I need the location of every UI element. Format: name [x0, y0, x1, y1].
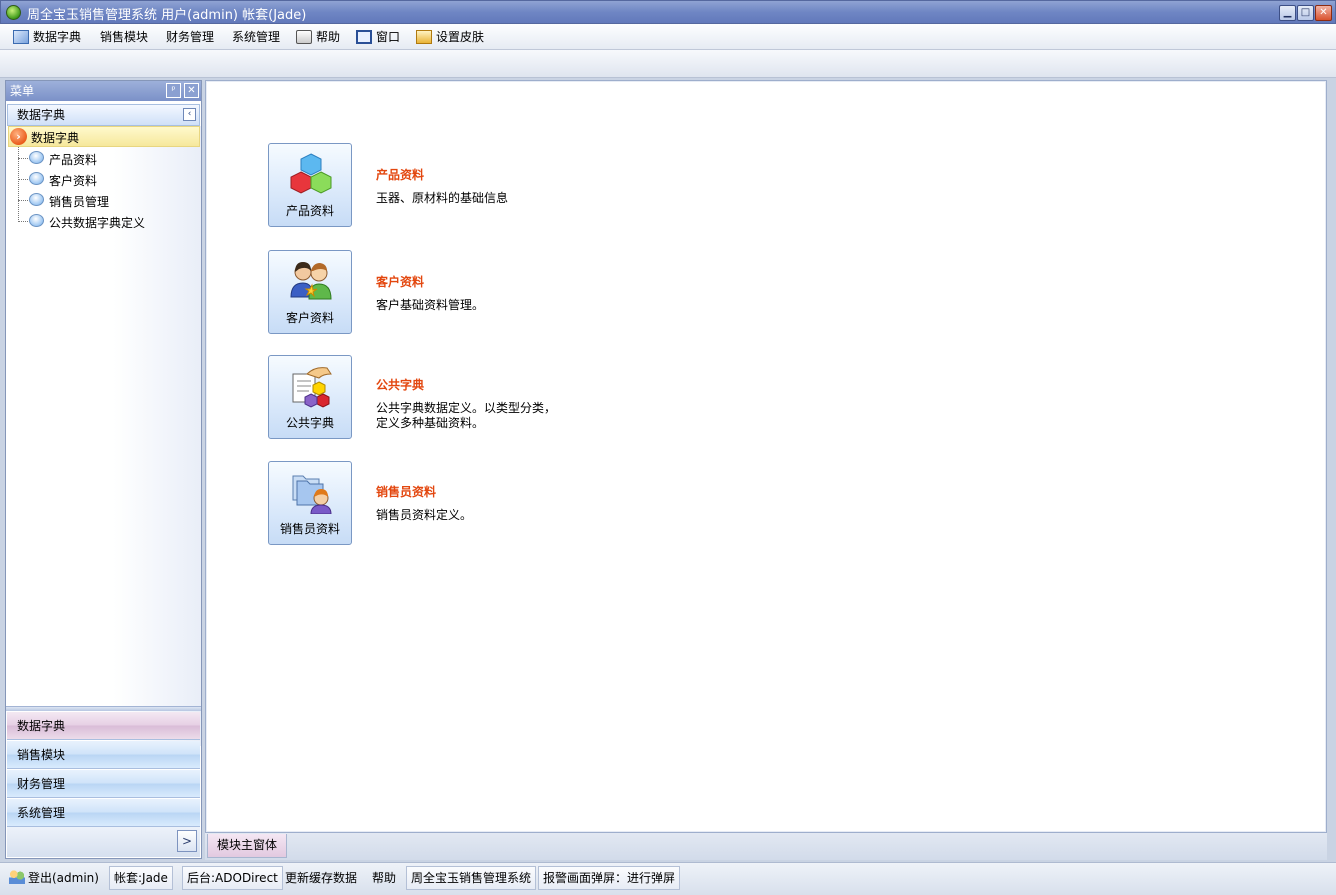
pin-icon[interactable]: ᵖ — [166, 83, 181, 98]
minimize-button[interactable]: ▁ — [1279, 5, 1296, 21]
sidebar-close-button[interactable]: ✕ — [184, 83, 199, 98]
sidebar-group-header[interactable]: 数据字典 ‹ — [7, 104, 200, 126]
module-description: 销售员资料定义。 — [376, 508, 473, 522]
group-title: 数据字典 — [17, 108, 66, 122]
customers-icon — [290, 262, 332, 300]
dictionary-icon — [13, 30, 29, 44]
tile-label: 产品资料 — [285, 204, 334, 218]
status-account: 帐套:Jade — [109, 866, 173, 890]
node-icon — [29, 151, 44, 164]
cubes-icon — [290, 153, 332, 194]
node-icon — [29, 172, 44, 185]
salesperson-tile[interactable]: 销售员资料 — [268, 461, 352, 545]
module-description: 玉器、原材料的基础信息 — [376, 191, 509, 205]
node-icon — [29, 214, 44, 227]
sidebar-header: 菜单 ᵖ ✕ — [6, 81, 201, 101]
status-help[interactable]: 帮助 — [367, 866, 401, 890]
window-icon — [356, 30, 372, 44]
node-icon — [29, 193, 44, 206]
tree-branch — [18, 158, 28, 159]
menu-help[interactable]: 帮助 — [296, 28, 340, 46]
module-title[interactable]: 销售员资料 — [376, 483, 576, 500]
tree-root-data-dictionary[interactable]: › 数据字典 — [8, 126, 200, 147]
tree-item-salesperson[interactable]: 销售员管理 — [18, 190, 198, 211]
dictionary-hand-icon — [292, 367, 332, 408]
nav-data-dictionary[interactable]: 数据字典 — [7, 712, 200, 740]
tree-root-label: 数据字典 — [31, 131, 80, 145]
product-info: 产品资料 玉器、原材料的基础信息 — [376, 166, 576, 206]
public-dictionary-info: 公共字典 公共字典数据定义。以类型分类， 定义多种基础资料。 — [376, 376, 576, 431]
module-description: 客户基础资料管理。 — [376, 298, 485, 312]
sidebar: 菜单 ᵖ ✕ 数据字典 ‹ › 数据字典 产品资料 客户资料 销售员管理 公共数… — [5, 80, 202, 859]
skin-icon — [416, 30, 432, 44]
menu-label: 窗口 — [376, 30, 401, 44]
status-logout[interactable]: 登出(admin) — [4, 866, 104, 890]
menu-bar: 数据字典 销售模块 财务管理 系统管理 帮助 窗口 设置皮肤 — [0, 24, 1336, 50]
tile-label: 公共字典 — [285, 416, 334, 430]
tree-item-customer[interactable]: 客户资料 — [18, 169, 198, 190]
tree-branch — [18, 200, 28, 201]
module-description: 公共字典数据定义。以类型分类， 定义多种基础资料。 — [376, 401, 557, 430]
sidebar-splitter[interactable] — [6, 706, 201, 711]
maximize-button[interactable]: □ — [1297, 5, 1314, 21]
module-title[interactable]: 客户资料 — [376, 273, 576, 290]
tree-item-public-dictionary[interactable]: 公共数据字典定义 — [18, 211, 198, 232]
tile-label: 销售员资料 — [279, 522, 340, 536]
status-system-name: 周全宝玉销售管理系统 — [406, 866, 537, 890]
status-bar: 登出(admin) 帐套:Jade 后台:ADODirect 更新缓存数据 帮助… — [0, 862, 1336, 895]
title-bar: 周全宝玉销售管理系统 用户(admin) 帐套(Jade) ▁ □ ✕ — [0, 0, 1336, 24]
window-title: 周全宝玉销售管理系统 用户(admin) 帐套(Jade) — [27, 8, 307, 23]
nav-system[interactable]: 系统管理 — [7, 799, 200, 827]
public-dictionary-tile[interactable]: 公共字典 — [268, 355, 352, 439]
menu-label: 帮助 — [316, 30, 341, 44]
tree-item-label: 产品资料 — [49, 153, 98, 167]
menu-data-dictionary[interactable]: 数据字典 — [13, 28, 81, 46]
app-icon — [6, 5, 21, 20]
tree-branch — [18, 179, 28, 180]
menu-finance[interactable]: 财务管理 — [166, 28, 214, 46]
users-icon — [9, 870, 25, 884]
status-logout-label: 登出(admin) — [28, 871, 99, 885]
toolbar-strip — [0, 50, 1336, 78]
nav-finance[interactable]: 财务管理 — [7, 770, 200, 798]
sidebar-title: 菜单 — [10, 84, 35, 98]
status-refresh-cache[interactable]: 更新缓存数据 — [280, 866, 362, 890]
nav-sales[interactable]: 销售模块 — [7, 741, 200, 769]
tab-module-main[interactable]: 模块主窗体 — [207, 834, 287, 858]
product-tile[interactable]: 产品资料 — [268, 143, 352, 227]
status-backend: 后台:ADODirect — [182, 866, 283, 890]
expand-arrow-icon: › — [10, 128, 27, 145]
salesperson-icon — [292, 475, 332, 514]
menu-label: 数据字典 — [33, 30, 82, 44]
tree-item-product[interactable]: 产品资料 — [18, 148, 198, 169]
tree-item-label: 客户资料 — [49, 174, 98, 188]
close-button[interactable]: ✕ — [1315, 5, 1332, 21]
customer-info: 客户资料 客户基础资料管理。 — [376, 273, 576, 313]
nav-footer: > — [7, 827, 200, 857]
salesperson-info: 销售员资料 销售员资料定义。 — [376, 483, 576, 523]
tree-item-label: 销售员管理 — [49, 195, 110, 209]
menu-sales[interactable]: 销售模块 — [100, 28, 148, 46]
collapse-icon[interactable]: ‹ — [183, 108, 196, 121]
help-icon — [296, 30, 312, 44]
module-title[interactable]: 产品资料 — [376, 166, 576, 183]
more-button[interactable]: > — [177, 830, 197, 852]
document-tab-strip: 模块主窗体 — [205, 833, 1327, 860]
menu-skin[interactable]: 设置皮肤 — [416, 28, 484, 46]
tree-item-label: 公共数据字典定义 — [49, 216, 146, 230]
menu-system[interactable]: 系统管理 — [232, 28, 280, 46]
tile-label: 客户资料 — [285, 311, 334, 325]
tree-branch — [18, 221, 28, 222]
module-title[interactable]: 公共字典 — [376, 376, 576, 393]
menu-window[interactable]: 窗口 — [356, 28, 400, 46]
menu-label: 设置皮肤 — [436, 30, 485, 44]
status-alarm-popup[interactable]: 报警画面弹屏：进行弹屏 — [538, 866, 681, 890]
main-panel: 产品资料 产品资料 玉器、原材料的基础信息 客户资料 客户资料 客户基础资料管理… — [205, 80, 1327, 833]
customer-tile[interactable]: 客户资料 — [268, 250, 352, 334]
menu-tree: › 数据字典 产品资料 客户资料 销售员管理 公共数据字典定义 — [6, 126, 201, 746]
